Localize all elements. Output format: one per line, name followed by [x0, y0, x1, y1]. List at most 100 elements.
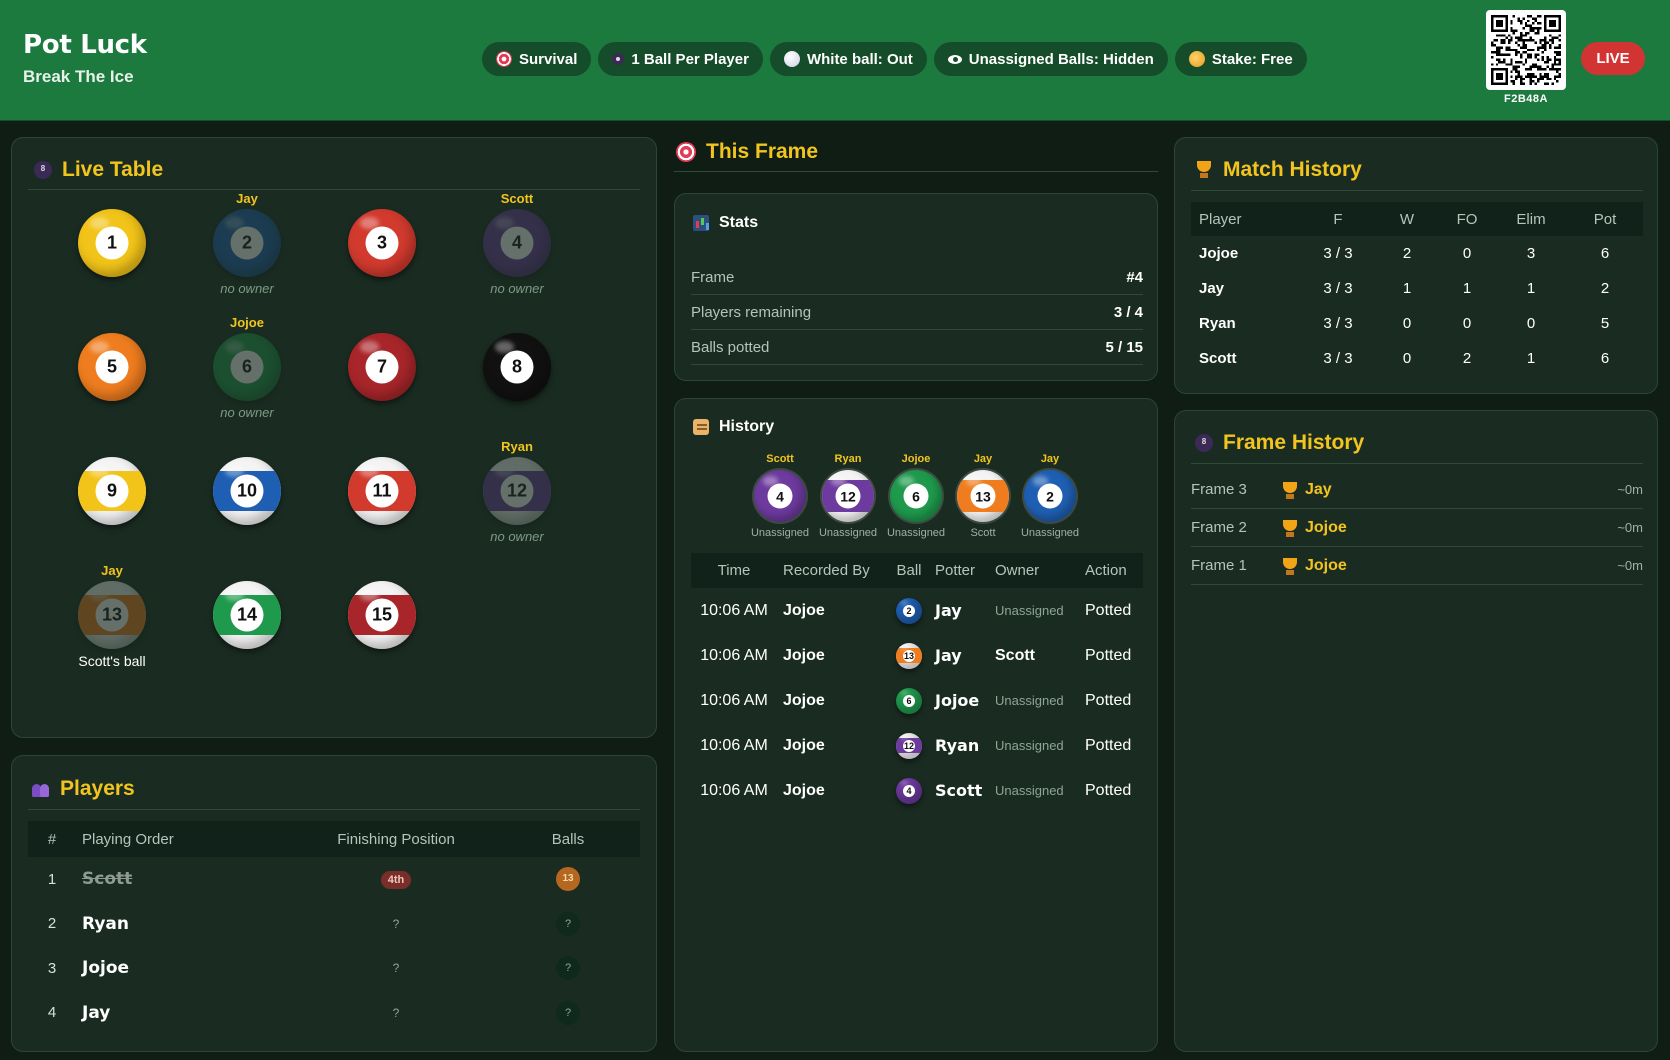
col-playing-order: Playing Order	[82, 830, 174, 848]
history-row[interactable]: 10:06 AM Jojoe 12 Ryan Unassigned Potted	[691, 723, 1143, 768]
target-icon	[496, 51, 512, 67]
match-f: 3 / 3	[1323, 315, 1353, 332]
pool-ball-13: 13	[896, 642, 922, 669]
match-history-row[interactable]: Scott 3 / 3 0 2 1 6	[1191, 341, 1643, 376]
col-elim: Elim	[1516, 210, 1546, 228]
chip-ball-per-player: 1 Ball Per Player	[598, 42, 763, 76]
col-ball: Ball	[896, 562, 922, 579]
player-row[interactable]: 1 Scott 4th 13	[28, 857, 640, 902]
pool-ball-7: 7	[348, 333, 416, 401]
strip-owner: Unassigned	[1020, 527, 1080, 539]
match-history-row[interactable]: Jojoe 3 / 3 2 0 3 6	[1191, 236, 1643, 271]
history-time: 10:06 AM	[700, 781, 768, 799]
history-recorded-by: Jojoe	[783, 691, 825, 709]
chip-label: 1 Ball Per Player	[631, 50, 749, 68]
chip-label: Stake: Free	[1211, 50, 1293, 68]
finishing-position-cell: ?	[296, 946, 496, 991]
history-action: Potted	[1085, 646, 1132, 664]
ball-number: 2	[903, 604, 915, 617]
ball-owner-label: Scott	[500, 191, 534, 206]
history-action: Potted	[1085, 736, 1132, 754]
trophy-icon	[1281, 481, 1297, 499]
player-row[interactable]: 4 Jay??	[28, 991, 640, 1036]
divider	[28, 189, 640, 190]
game-code: F2B48A	[1504, 93, 1548, 105]
ball-number: 12	[903, 739, 915, 752]
col-frames: F	[1333, 210, 1343, 228]
player-balls-cell: 13	[496, 857, 640, 902]
no-owner-note: no owner	[490, 281, 544, 296]
history-row[interactable]: 10:06 AM Jojoe 2 Jay Unassigned Potted	[691, 588, 1143, 633]
pool-ball-15: 15	[348, 581, 416, 649]
history-recorded-by: Jojoe	[783, 646, 825, 664]
stats-title: Stats	[719, 214, 759, 231]
frame-label: Frame 3	[1191, 481, 1247, 498]
match-history-row[interactable]: Jay 3 / 3 1 1 1 2	[1191, 271, 1643, 306]
match-f: 3 / 3	[1323, 245, 1353, 262]
history-action: Potted	[1085, 691, 1132, 709]
frame-duration: ~0m	[1617, 482, 1643, 497]
history-ball-cell: 2	[889, 588, 929, 633]
people-icon	[32, 780, 50, 798]
history-table: Time Recorded By Ball Potter Owner Actio…	[691, 553, 1143, 813]
history-owner: Unassigned	[995, 603, 1064, 618]
qr-code-image	[1491, 15, 1561, 85]
pool-ball-11: 11	[348, 457, 416, 525]
ball-number: 6	[230, 350, 264, 384]
player-row[interactable]: 2 Ryan??	[28, 902, 640, 947]
match-w: 0	[1402, 315, 1412, 332]
ball-number: 7	[365, 350, 399, 384]
finishing-position-cell: ?	[296, 991, 496, 1036]
pool-ball-4: 4	[754, 470, 806, 522]
history-time: 10:06 AM	[700, 646, 768, 664]
brand: Pot Luck Break The Ice	[23, 30, 147, 87]
pool-ball-2: 2	[896, 597, 922, 624]
history-row[interactable]: 10:06 AM Jojoe 13 Jay Scott Potted	[691, 633, 1143, 678]
match-elim: 0	[1526, 315, 1536, 332]
frame-history-row[interactable]: Frame 3 Jay ~0m	[1191, 471, 1643, 509]
match-pot: 6	[1600, 245, 1610, 262]
history-potter: Ryan	[935, 736, 980, 755]
col-owner: Owner	[995, 562, 1040, 579]
match-pot: 6	[1600, 350, 1610, 367]
match-elim: 1	[1526, 280, 1536, 297]
match-history-header: Match History	[1195, 158, 1362, 182]
col-time: Time	[717, 562, 751, 579]
chip-white-ball: White ball: Out	[769, 42, 927, 76]
position-unknown: ?	[392, 1005, 400, 1020]
match-elim: 1	[1526, 350, 1536, 367]
match-pot: 2	[1600, 280, 1610, 297]
ball-owner-label: Ryan	[501, 439, 533, 454]
match-w: 2	[1402, 245, 1412, 262]
ball-owner-label: Jojoe	[230, 315, 264, 330]
trophy-icon	[1195, 161, 1213, 179]
match-history-head: Player F W FO Elim Pot	[1191, 202, 1643, 236]
history-title: History	[719, 418, 775, 435]
match-history-row[interactable]: Ryan 3 / 3 0 0 0 5	[1191, 306, 1643, 341]
no-owner-note: no owner	[220, 281, 274, 296]
position-badge: 4th	[380, 870, 412, 889]
match-f: 3 / 3	[1323, 280, 1353, 297]
history-row[interactable]: 10:06 AM Jojoe 6 Jojoe Unassigned Potted	[691, 678, 1143, 723]
pool-ball-6: 6	[890, 470, 942, 522]
qr-code[interactable]	[1486, 10, 1566, 90]
history-owner: Unassigned	[995, 738, 1064, 753]
live-table-title: Live Table	[62, 158, 164, 181]
player-row[interactable]: 3 Jojoe??	[28, 946, 640, 991]
stat-label: Players remaining	[691, 303, 812, 321]
history-row[interactable]: 10:06 AM Jojoe 4 Scott Unassigned Potted	[691, 768, 1143, 813]
frame-label: Frame 2	[1191, 519, 1247, 536]
frame-history-row[interactable]: Frame 1 Jojoe ~0m	[1191, 547, 1643, 585]
pool-ball-9: 9	[78, 457, 146, 525]
finishing-position-cell: ?	[296, 902, 496, 947]
pool-ball-6: 6	[896, 687, 922, 714]
col-balls: Balls	[551, 830, 585, 848]
player-ball-unknown: ?	[556, 956, 580, 981]
match-player: Scott	[1199, 350, 1237, 367]
frame-history-title: Frame History	[1223, 431, 1365, 454]
ball-number: 12	[500, 474, 534, 508]
col-finishing-position: Finishing Position	[337, 830, 455, 848]
history-table-head: Time Recorded By Ball Potter Owner Actio…	[691, 553, 1143, 588]
frame-history-row[interactable]: Frame 2 Jojoe ~0m	[1191, 509, 1643, 547]
top-header: Pot Luck Break The Ice Survival 1 Ball P…	[0, 0, 1670, 121]
